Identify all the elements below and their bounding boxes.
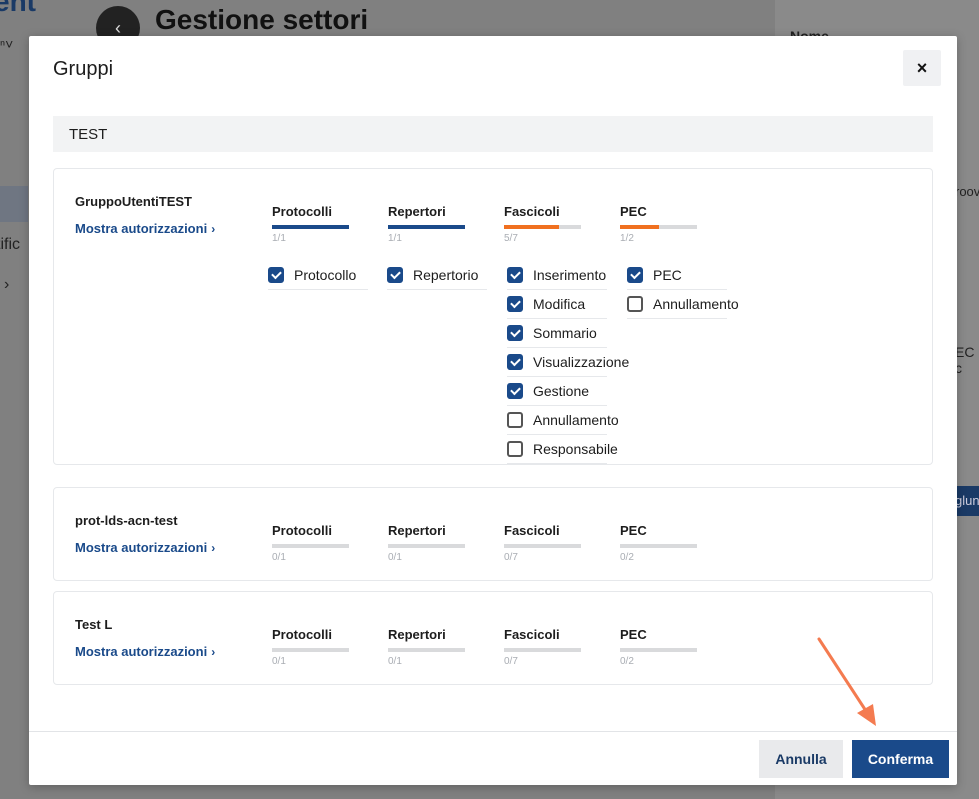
cancel-button[interactable]: Annulla [759, 740, 843, 778]
category-pec: PEC 0/2 [620, 523, 698, 563]
progress-bar [620, 544, 697, 548]
category-repertori: Repertori 0/1 [388, 627, 466, 667]
modal-title: Gruppi [53, 58, 114, 80]
group-card: Test L Mostra autorizzazioni › Protocolli… [53, 591, 933, 685]
category-fascicoli: Fascicoli 5/7 [504, 204, 582, 244]
right-panel-button[interactable]: glun [955, 486, 979, 516]
category-pec: PEC 1/2 [620, 204, 698, 244]
close-icon: × [916, 57, 928, 78]
permission-repertorio[interactable]: Repertorio [387, 261, 487, 290]
permission-sommario[interactable]: Sommario [507, 319, 607, 348]
permission-modifica[interactable]: Modifica [507, 290, 607, 319]
chevron-right-icon: › [4, 276, 10, 293]
permission-protocollo[interactable]: Protocollo [268, 261, 368, 290]
checkbox[interactable] [507, 412, 523, 428]
checkbox[interactable] [387, 267, 403, 283]
chevron-right-icon: › [211, 645, 216, 659]
permission-annullamento[interactable]: Annullamento [507, 406, 619, 435]
category-protocolli: Protocolli 0/1 [272, 523, 350, 563]
group-name: GruppoUtentiTEST [75, 194, 192, 209]
show-authorizations-link[interactable]: Mostra autorizzazioni › [75, 644, 215, 659]
checkbox[interactable] [507, 296, 523, 312]
progress-bar [388, 648, 465, 652]
category-repertori: Repertori 1/1 [388, 204, 466, 244]
permission-pec-annullamento[interactable]: Annullamento [627, 290, 739, 319]
checkbox[interactable] [507, 383, 523, 399]
chevron-right-icon: › [211, 541, 216, 555]
checkbox[interactable] [507, 354, 523, 370]
confirm-button[interactable]: Conferma [852, 740, 949, 778]
checkbox[interactable] [627, 296, 643, 312]
close-button[interactable]: × [903, 50, 941, 86]
category-repertori: Repertori 0/1 [388, 523, 466, 563]
right-panel-text: roov [955, 184, 979, 199]
group-name: prot-lds-acn-test [75, 513, 178, 528]
page-title: Gestione settori [155, 4, 369, 35]
groups-modal: Gruppi × GruppoUtentiTEST Mostra autoriz… [29, 36, 957, 785]
group-card: prot-lds-acn-test Mostra autorizzazioni ›… [53, 487, 933, 581]
sidebar-item-label: tific [0, 236, 20, 253]
chevron-right-icon: › [211, 222, 216, 236]
category-pec: PEC 0/2 [620, 627, 698, 667]
category-protocolli: Protocolli 0/1 [272, 627, 350, 667]
group-card: GruppoUtentiTEST Mostra autorizzazioni › … [53, 168, 933, 465]
progress-bar [620, 225, 697, 229]
progress-bar [504, 648, 581, 652]
progress-bar [504, 225, 581, 229]
progress-bar [272, 544, 349, 548]
chevron-down-icon: ⁿ˅ [0, 36, 14, 52]
checkbox[interactable] [507, 441, 523, 457]
sidebar-active-item[interactable] [0, 186, 28, 222]
category-protocolli: Protocolli 1/1 [272, 204, 350, 244]
category-fascicoli: Fascicoli 0/7 [504, 523, 582, 563]
progress-bar [388, 225, 465, 229]
show-authorizations-link[interactable]: Mostra autorizzazioni › [75, 540, 215, 555]
checkbox[interactable] [507, 325, 523, 341]
checkbox[interactable] [268, 267, 284, 283]
brand-logo-text: ent [0, 0, 36, 17]
progress-bar [388, 544, 465, 548]
group-name: Test L [75, 617, 113, 632]
checkbox[interactable] [507, 267, 523, 283]
progress-bar [504, 544, 581, 548]
permission-gestione[interactable]: Gestione [507, 377, 607, 406]
right-panel-text: EC c [955, 344, 975, 376]
checkbox[interactable] [627, 267, 643, 283]
permission-responsabile[interactable]: Responsabile [507, 435, 618, 464]
permission-visualizzazione[interactable]: Visualizzazione [507, 348, 629, 377]
category-fascicoli: Fascicoli 0/7 [504, 627, 582, 667]
show-authorizations-link[interactable]: Mostra autorizzazioni › [75, 221, 215, 236]
progress-bar [272, 648, 349, 652]
footer-divider [29, 731, 957, 732]
search-input[interactable] [53, 116, 933, 152]
progress-bar [620, 648, 697, 652]
progress-bar [272, 225, 349, 229]
permission-inserimento[interactable]: Inserimento [507, 261, 607, 290]
permission-pec[interactable]: PEC [627, 261, 727, 290]
